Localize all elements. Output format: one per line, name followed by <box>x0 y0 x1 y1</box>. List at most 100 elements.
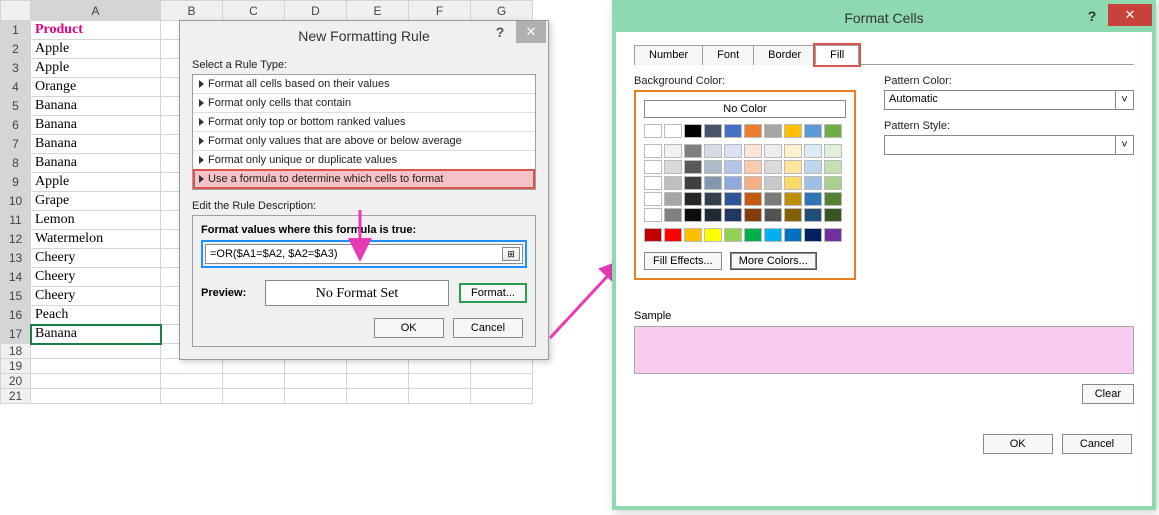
cell[interactable]: Cheery <box>31 249 161 268</box>
rule-type-item[interactable]: Format all cells based on their values <box>193 75 535 93</box>
cell[interactable]: Grape <box>31 192 161 211</box>
cell[interactable] <box>223 359 285 374</box>
column-header-A[interactable]: A <box>31 1 161 21</box>
ok-button[interactable]: OK <box>374 318 444 338</box>
color-swatch[interactable] <box>824 192 842 206</box>
color-swatch[interactable] <box>784 124 802 138</box>
color-swatch[interactable] <box>664 176 682 190</box>
cancel-button[interactable]: Cancel <box>453 318 523 338</box>
cell[interactable] <box>31 374 161 389</box>
color-swatch[interactable] <box>804 176 822 190</box>
color-swatch[interactable] <box>684 228 702 242</box>
row-header[interactable]: 21 <box>1 389 31 404</box>
tab-font[interactable]: Font <box>702 45 754 65</box>
cell[interactable]: Apple <box>31 173 161 192</box>
cell[interactable] <box>31 344 161 359</box>
color-swatch[interactable] <box>824 228 842 242</box>
color-swatch[interactable] <box>704 160 722 174</box>
color-swatch[interactable] <box>704 124 722 138</box>
color-swatch[interactable] <box>644 144 662 158</box>
color-swatch[interactable] <box>644 160 662 174</box>
rule-type-list[interactable]: Format all cells based on their values Fo… <box>192 74 536 190</box>
color-swatch[interactable] <box>704 144 722 158</box>
cell[interactable] <box>161 359 223 374</box>
tab-fill[interactable]: Fill <box>815 45 859 65</box>
color-swatch[interactable] <box>804 124 822 138</box>
help-button[interactable]: ? <box>486 21 514 43</box>
cell[interactable] <box>471 374 533 389</box>
color-swatch[interactable] <box>724 144 742 158</box>
color-swatch[interactable] <box>724 160 742 174</box>
row-header[interactable]: 16 <box>1 306 31 325</box>
cell[interactable] <box>31 359 161 374</box>
color-swatch[interactable] <box>804 208 822 222</box>
color-swatch[interactable] <box>684 192 702 206</box>
color-swatch[interactable] <box>704 208 722 222</box>
fill-effects-button[interactable]: Fill Effects... <box>644 252 722 270</box>
color-swatch[interactable] <box>684 144 702 158</box>
color-swatch[interactable] <box>824 144 842 158</box>
cell[interactable] <box>347 389 409 404</box>
no-color-button[interactable]: No Color <box>644 100 846 118</box>
close-button[interactable]: ✕ <box>1108 4 1152 26</box>
cell[interactable]: Lemon <box>31 211 161 230</box>
color-swatch[interactable] <box>744 228 762 242</box>
row-header[interactable]: 4 <box>1 78 31 97</box>
tab-border[interactable]: Border <box>753 45 816 65</box>
color-swatch[interactable] <box>784 208 802 222</box>
cell[interactable]: Apple <box>31 59 161 78</box>
cell[interactable]: Banana <box>31 135 161 154</box>
row-header[interactable]: 20 <box>1 374 31 389</box>
color-swatch[interactable] <box>824 176 842 190</box>
cell[interactable]: Product <box>31 21 161 40</box>
color-swatch[interactable] <box>664 144 682 158</box>
column-header-C[interactable]: C <box>223 1 285 21</box>
color-swatch[interactable] <box>764 228 782 242</box>
color-swatch[interactable] <box>704 228 722 242</box>
color-swatch[interactable] <box>824 208 842 222</box>
row-header[interactable]: 11 <box>1 211 31 230</box>
row-header[interactable]: 15 <box>1 287 31 306</box>
cell[interactable] <box>285 359 347 374</box>
help-button[interactable]: ? <box>1078 4 1106 26</box>
color-swatch[interactable] <box>744 144 762 158</box>
color-swatch[interactable] <box>824 124 842 138</box>
cell[interactable] <box>347 359 409 374</box>
row-header[interactable]: 5 <box>1 97 31 116</box>
color-swatch[interactable] <box>724 228 742 242</box>
color-swatch[interactable] <box>664 208 682 222</box>
rule-type-item[interactable]: Format only top or bottom ranked values <box>193 112 535 131</box>
cell[interactable] <box>31 389 161 404</box>
cell[interactable] <box>161 389 223 404</box>
color-swatch[interactable] <box>744 192 762 206</box>
color-swatch[interactable] <box>644 228 662 242</box>
color-swatch[interactable] <box>824 160 842 174</box>
color-swatch[interactable] <box>784 176 802 190</box>
row-header[interactable]: 3 <box>1 59 31 78</box>
formula-input[interactable]: =OR($A1=$A2, $A2=$A3) ⊞ <box>205 244 523 264</box>
color-swatch[interactable] <box>744 208 762 222</box>
row-header[interactable]: 2 <box>1 40 31 59</box>
cell[interactable] <box>285 389 347 404</box>
cell[interactable] <box>409 359 471 374</box>
cell[interactable] <box>409 389 471 404</box>
rule-type-item[interactable]: Format only unique or duplicate values <box>193 150 535 169</box>
cancel-button[interactable]: Cancel <box>1062 434 1132 454</box>
color-swatch[interactable] <box>684 124 702 138</box>
color-swatch[interactable] <box>684 160 702 174</box>
row-header[interactable]: 19 <box>1 359 31 374</box>
more-colors-button[interactable]: More Colors... <box>730 252 817 270</box>
cell[interactable]: Peach <box>31 306 161 325</box>
column-header-G[interactable]: G <box>471 1 533 21</box>
color-swatch[interactable] <box>804 144 822 158</box>
column-header-B[interactable]: B <box>161 1 223 21</box>
cell[interactable] <box>161 374 223 389</box>
color-swatch[interactable] <box>724 208 742 222</box>
cell[interactable] <box>223 374 285 389</box>
cell[interactable]: Banana <box>31 97 161 116</box>
color-swatch[interactable] <box>644 192 662 206</box>
rule-type-item[interactable]: Format only values that are above or bel… <box>193 131 535 150</box>
color-swatch[interactable] <box>784 144 802 158</box>
pattern-style-dropdown[interactable]: ˅ <box>884 135 1134 155</box>
range-picker-icon[interactable]: ⊞ <box>502 247 520 261</box>
